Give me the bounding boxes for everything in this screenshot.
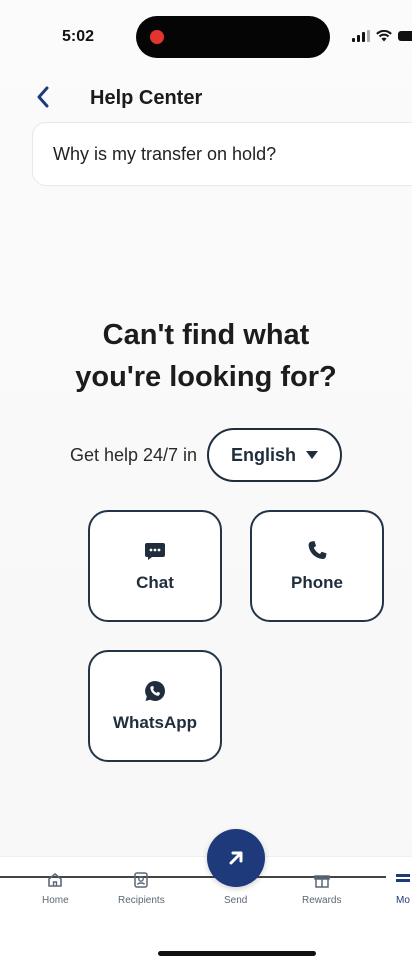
whatsapp-label: WhatsApp: [112, 713, 198, 732]
dynamic-island: [136, 16, 330, 58]
availability-text: Get help 24/7 in: [69, 444, 198, 465]
search-input[interactable]: Why is my transfer on hold?: [32, 122, 412, 186]
status-icons: [352, 30, 412, 42]
help-heading: Can't find what you're looking for?: [0, 314, 412, 398]
nav-more-label: Mo: [396, 895, 410, 906]
gift-icon: [313, 875, 330, 888]
caret-down-icon: [306, 451, 319, 459]
nav-home-label: Home: [42, 895, 69, 906]
nav-recipients-label: Recipients: [118, 895, 165, 906]
nav-send-label: Send: [224, 895, 248, 906]
send-icon: [229, 851, 243, 865]
language-select[interactable]: English: [207, 428, 343, 482]
help-center-screen: 5:02 Help Center Why is my transfer on h…: [0, 0, 412, 960]
recording-indicator-icon: [150, 30, 164, 44]
back-button[interactable]: [28, 80, 58, 114]
more-icon: [396, 874, 410, 882]
recipients-icon: [134, 872, 149, 888]
home-icon: [48, 873, 63, 887]
battery-icon: [398, 31, 412, 41]
page-title: Help Center: [90, 87, 203, 109]
signal-icon: [352, 30, 370, 42]
nav-rewards-label: Rewards: [302, 895, 342, 906]
whatsapp-button[interactable]: WhatsApp: [88, 650, 222, 762]
whatsapp-icon: [143, 679, 167, 703]
nav-send[interactable]: Send: [224, 895, 247, 906]
status-time: 5:02: [62, 28, 95, 45]
nav-more[interactable]: Mo: [394, 871, 412, 906]
home-indicator: [158, 951, 316, 956]
header: Help Center: [0, 78, 412, 118]
wifi-icon: [376, 30, 392, 42]
bottom-navigation: Home Recipients Send Rewards Mo: [0, 829, 412, 960]
status-bar: 5:02: [0, 0, 412, 70]
phone-button[interactable]: Phone: [250, 510, 384, 622]
nav-home[interactable]: Home: [42, 871, 69, 906]
phone-label: Phone: [291, 573, 343, 592]
chat-button[interactable]: Chat: [88, 510, 222, 622]
nav-rewards[interactable]: Rewards: [302, 871, 341, 906]
language-row: Get help 24/7 in English: [0, 426, 412, 484]
chat-label: Chat: [136, 573, 174, 592]
chevron-left-icon: [37, 86, 49, 108]
phone-icon: [305, 539, 329, 563]
language-value: English: [231, 444, 297, 465]
help-heading-text: Can't find what you're looking for?: [75, 319, 337, 393]
nav-recipients[interactable]: Recipients: [118, 871, 165, 906]
search-input-value: Why is my transfer on hold?: [53, 143, 277, 164]
send-button[interactable]: [207, 829, 265, 887]
chat-icon: [143, 539, 167, 563]
